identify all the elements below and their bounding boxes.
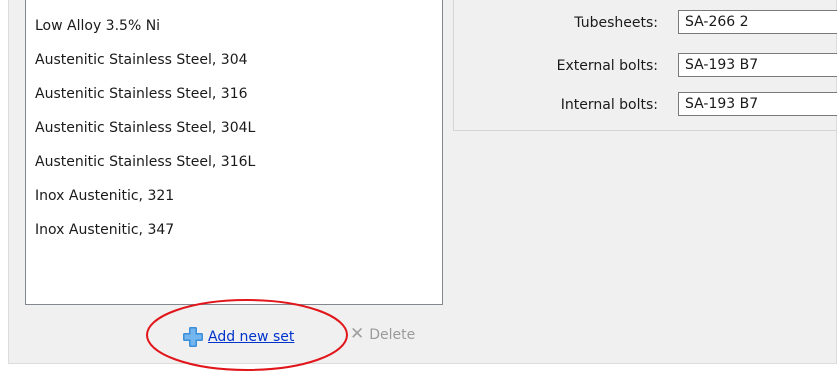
list-item[interactable]: Inox Austenitic, 321 bbox=[35, 185, 174, 207]
internal-bolts-field[interactable] bbox=[678, 92, 837, 116]
external-bolts-label: External bolts: bbox=[556, 58, 658, 74]
delete-label: Delete bbox=[369, 326, 416, 343]
list-item[interactable]: Austenitic Stainless Steel, 304L bbox=[35, 117, 255, 139]
list-item[interactable]: Austenitic Stainless Steel, 316L bbox=[35, 151, 255, 173]
external-bolts-field[interactable] bbox=[678, 53, 837, 77]
material-list[interactable]: Low Alloy 3.5% Ni Austenitic Stainless S… bbox=[25, 0, 443, 305]
internal-bolts-label: Internal bolts: bbox=[560, 97, 658, 113]
highlight-annotation bbox=[146, 299, 348, 371]
tubesheets-field[interactable] bbox=[678, 10, 837, 34]
list-item[interactable]: Inox Austenitic, 347 bbox=[35, 219, 174, 241]
list-item[interactable]: Austenitic Stainless Steel, 304 bbox=[35, 49, 248, 71]
delete-button[interactable]: ✕ Delete bbox=[350, 326, 415, 343]
list-item[interactable]: Low Alloy 3.5% Ni bbox=[35, 15, 160, 37]
tubesheets-label: Tubesheets: bbox=[574, 15, 658, 31]
list-item[interactable]: Austenitic Stainless Steel, 316 bbox=[35, 83, 248, 105]
